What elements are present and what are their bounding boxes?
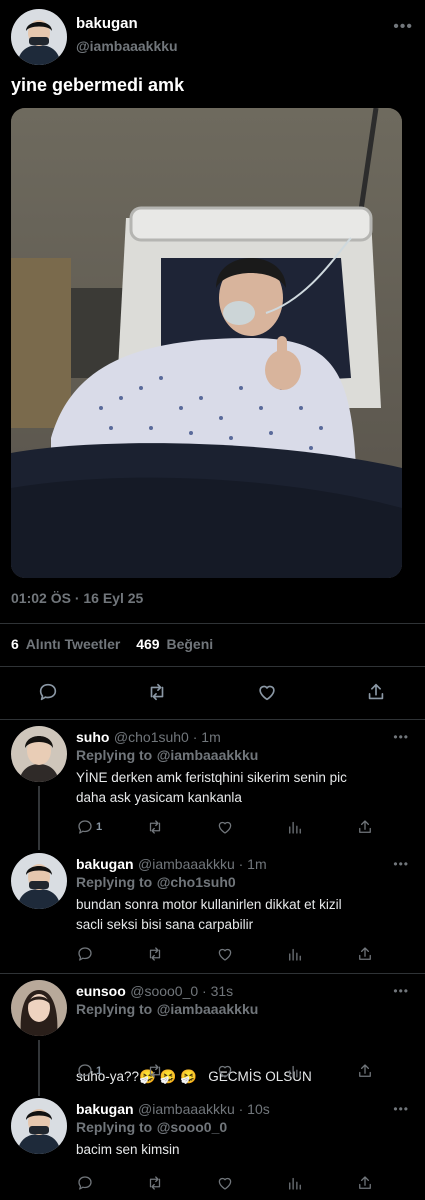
hospital-photo-icon bbox=[11, 108, 402, 578]
avatar-image bbox=[11, 9, 67, 65]
analytics-icon[interactable] bbox=[286, 816, 304, 838]
reply-icon[interactable]: 1 bbox=[76, 816, 102, 838]
replying-to: Replying to @iambaaakkku bbox=[76, 747, 258, 765]
replying-label: Replying to bbox=[76, 1001, 153, 1017]
retweet-icon[interactable] bbox=[146, 1060, 164, 1082]
avatar-image bbox=[11, 980, 67, 1036]
share-icon[interactable] bbox=[356, 1060, 374, 1082]
reply-avatar-bakugan[interactable] bbox=[11, 853, 67, 909]
reply-header: bakugan @iambaaakkku · 10s bbox=[76, 1101, 270, 1119]
retweet-icon[interactable] bbox=[146, 816, 164, 838]
replying-to-handle[interactable]: @sooo0_0 bbox=[157, 1119, 227, 1135]
avatar-image bbox=[11, 1098, 67, 1154]
replying-to-handle[interactable]: @cho1suh0 bbox=[157, 874, 236, 890]
like-icon[interactable] bbox=[216, 1172, 234, 1194]
more-options-icon[interactable]: ••• bbox=[393, 19, 413, 35]
more-options-icon[interactable]: ••• bbox=[393, 985, 409, 997]
avatar-image bbox=[11, 726, 67, 782]
retweet-icon[interactable] bbox=[146, 943, 164, 965]
divider bbox=[0, 623, 425, 624]
like-count[interactable]: 469 bbox=[136, 636, 159, 652]
reply-icon[interactable] bbox=[76, 1172, 96, 1194]
stats-row: 6 Alıntı Tweetler 469 Beğeni bbox=[11, 636, 213, 652]
divider bbox=[0, 666, 425, 667]
replying-to: Replying to @sooo0_0 bbox=[76, 1119, 227, 1137]
reply-author-handle[interactable]: @sooo0_0 · 31s bbox=[130, 983, 233, 999]
analytics-icon[interactable] bbox=[286, 1060, 304, 1082]
quote-count[interactable]: 6 bbox=[11, 636, 19, 652]
reply-author-handle[interactable]: @iambaaakkku · 1m bbox=[138, 856, 267, 872]
like-icon[interactable] bbox=[256, 681, 278, 703]
more-options-icon[interactable]: ••• bbox=[393, 731, 409, 743]
share-icon[interactable] bbox=[356, 1172, 374, 1194]
reply-actions: 1 bbox=[76, 1060, 376, 1082]
reply-avatar-suho[interactable] bbox=[11, 726, 67, 782]
replying-label: Replying to bbox=[76, 874, 153, 890]
reply-text-line: YİNE derken amk feristqhini sikerim seni… bbox=[76, 770, 347, 785]
reply-actions: 1 bbox=[76, 816, 376, 838]
reply-author-name[interactable]: eunsoo bbox=[76, 983, 126, 999]
reply-header: suho @cho1suh0 · 1m bbox=[76, 729, 221, 747]
share-icon[interactable] bbox=[356, 943, 374, 965]
author-name[interactable]: bakugan bbox=[76, 15, 138, 32]
reply-author-name[interactable]: bakugan bbox=[76, 856, 134, 872]
replying-to-handle[interactable]: @iambaaakkku bbox=[157, 1001, 259, 1017]
replying-to-handle[interactable]: @iambaaakkku bbox=[157, 747, 259, 763]
replying-label: Replying to bbox=[76, 1119, 153, 1135]
like-icon[interactable] bbox=[216, 1060, 234, 1082]
reply-text-line: sacli seksi bisi sana carpabilir bbox=[76, 917, 254, 932]
reply-text: YİNE derken amk feristqhini sikerim seni… bbox=[76, 768, 347, 808]
more-options-icon[interactable]: ••• bbox=[393, 1103, 409, 1115]
retweet-icon[interactable] bbox=[146, 1172, 164, 1194]
analytics-icon[interactable] bbox=[286, 1172, 304, 1194]
share-icon[interactable] bbox=[365, 681, 387, 703]
reply-icon[interactable] bbox=[76, 943, 96, 965]
like-label[interactable]: Beğeni bbox=[166, 636, 213, 652]
share-icon[interactable] bbox=[356, 816, 374, 838]
author-avatar[interactable] bbox=[11, 9, 67, 65]
reply-author-name[interactable]: bakugan bbox=[76, 1101, 134, 1117]
analytics-icon[interactable] bbox=[286, 943, 304, 965]
reply-author-handle[interactable]: @iambaaakkku · 10s bbox=[138, 1101, 270, 1117]
thread-line bbox=[38, 786, 40, 850]
reply-count: 1 bbox=[96, 821, 103, 833]
reply-text-line: daha ask yasicam kankanla bbox=[76, 790, 242, 805]
tweet-timestamp[interactable]: 01:02 ÖS · 16 Eyl 25 bbox=[11, 590, 143, 606]
tweet-text: yine gebermedi amk bbox=[11, 75, 185, 95]
reply-author-name[interactable]: suho bbox=[76, 729, 109, 745]
avatar-image bbox=[11, 853, 67, 909]
reply-author-handle[interactable]: @cho1suh0 · 1m bbox=[114, 729, 221, 745]
replying-to: Replying to @iambaaakkku bbox=[76, 1001, 258, 1019]
reply-text: bundan sonra motor kullanirlen dikkat et… bbox=[76, 895, 342, 935]
divider bbox=[0, 973, 425, 974]
tweet-photo[interactable] bbox=[11, 108, 402, 578]
quote-label[interactable]: Alıntı Tweetler bbox=[26, 636, 121, 652]
like-icon[interactable] bbox=[216, 816, 234, 838]
like-icon[interactable] bbox=[216, 943, 234, 965]
more-options-icon[interactable]: ••• bbox=[393, 858, 409, 870]
replying-label: Replying to bbox=[76, 747, 153, 763]
replying-to: Replying to @cho1suh0 bbox=[76, 874, 236, 892]
reply-text: bacim sen kimsin bbox=[76, 1140, 180, 1160]
reply-header: bakugan @iambaaakkku · 1m bbox=[76, 856, 267, 874]
reply-text-line: bundan sonra motor kullanirlen dikkat et… bbox=[76, 897, 342, 912]
divider bbox=[0, 719, 425, 720]
reply-actions bbox=[76, 1172, 376, 1194]
reply-count: 1 bbox=[96, 1065, 103, 1077]
thread-line bbox=[38, 1040, 40, 1096]
reply-text-line: bacim sen kimsin bbox=[76, 1142, 180, 1157]
retweet-icon[interactable] bbox=[146, 681, 168, 703]
reply-avatar-eunsoo[interactable] bbox=[11, 980, 67, 1036]
reply-icon[interactable] bbox=[37, 681, 59, 703]
reply-actions bbox=[76, 943, 376, 965]
author-handle[interactable]: @iambaaakkku bbox=[76, 38, 178, 54]
reply-icon[interactable]: 1 bbox=[76, 1060, 102, 1082]
reply-header: eunsoo @sooo0_0 · 31s bbox=[76, 983, 233, 1001]
reply-avatar-bakugan[interactable] bbox=[11, 1098, 67, 1154]
